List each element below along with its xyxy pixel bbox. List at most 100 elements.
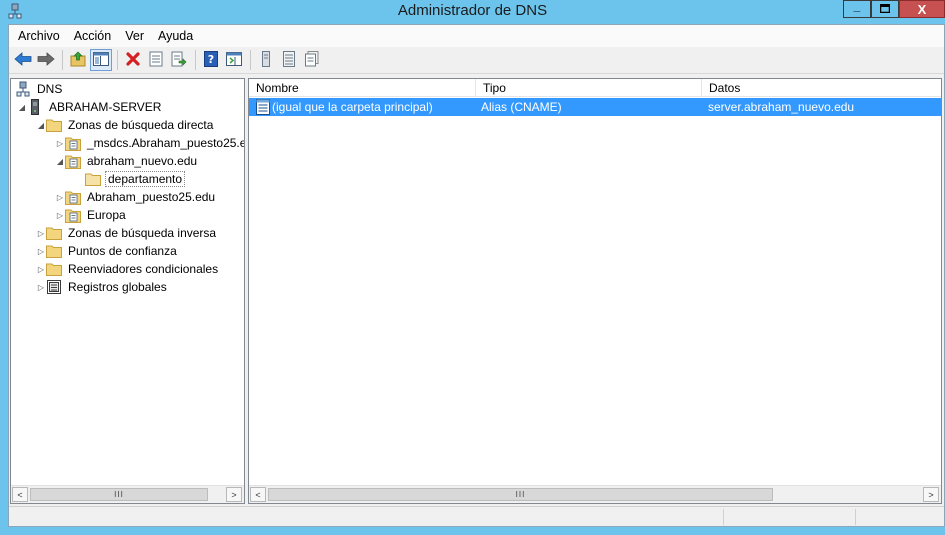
toolbar: ? (9, 47, 944, 74)
tree-item-trust-points[interactable]: ▷ Puntos de confianza (36, 242, 179, 260)
toolbar-separator (117, 50, 118, 70)
scroll-right-button[interactable]: > (226, 487, 242, 502)
up-folder-button[interactable] (67, 49, 89, 71)
expand-arrow-icon[interactable]: ▷ (36, 260, 46, 278)
column-header-datos[interactable]: Datos (702, 79, 941, 97)
tree-item-label: Zonas de búsqueda inversa (68, 226, 217, 240)
zone-icon (65, 207, 81, 223)
column-header-nombre[interactable]: Nombre (249, 79, 476, 97)
cell-nombre: (igual que la carpeta principal) (249, 98, 476, 116)
tree-item-label: _msdcs.Abraham_puesto25.e (87, 136, 244, 150)
folder-icon (46, 117, 62, 133)
tree-item-label: DNS (37, 82, 63, 96)
forward-button[interactable] (35, 49, 57, 71)
menu-archivo[interactable]: Archivo (11, 26, 67, 46)
menu-bar: Archivo Acción Ver Ayuda (9, 25, 944, 47)
chevron-left-icon: < (255, 489, 261, 500)
title-bar[interactable]: Administrador de DNS _ X (0, 0, 945, 24)
cell-datos: server.abraham_nuevo.edu (708, 100, 855, 114)
list-horizontal-scrollbar[interactable]: < III > (249, 485, 941, 503)
chevron-left-icon: < (17, 489, 23, 500)
expand-arrow-icon[interactable]: ▷ (36, 278, 46, 296)
tree-item-server[interactable]: ◢ ABRAHAM-SERVER (17, 98, 163, 116)
scroll-left-button[interactable]: < (250, 487, 266, 502)
tree-item-departamento[interactable]: departamento (75, 170, 186, 188)
menu-ayuda[interactable]: Ayuda (151, 26, 200, 46)
cell-tipo: Alias (CNAME) (481, 100, 562, 114)
tree-item-label: departamento (105, 171, 186, 187)
folder-icon (85, 171, 101, 187)
tree-item-conditional-forwarders[interactable]: ▷ Reenviadores condicionales (36, 260, 220, 278)
menu-ver[interactable]: Ver (118, 26, 151, 46)
folder-icon (46, 225, 62, 241)
expand-arrow-icon[interactable]: ▷ (55, 206, 65, 224)
scroll-grip-icon: III (114, 490, 124, 499)
column-header-tipo[interactable]: Tipo (476, 79, 702, 97)
scroll-thumb[interactable]: III (30, 488, 208, 501)
scroll-grip-icon: III (515, 490, 526, 499)
server-button[interactable] (255, 49, 277, 71)
collapse-arrow-icon[interactable]: ◢ (17, 98, 27, 116)
delete-icon (126, 51, 140, 69)
back-icon (14, 51, 32, 69)
console-button[interactable] (223, 49, 245, 71)
scroll-right-button[interactable]: > (923, 487, 939, 502)
collapse-arrow-icon[interactable]: ◢ (55, 152, 65, 170)
tree-horizontal-scrollbar[interactable]: < III > (11, 485, 244, 503)
show-hide-tree-button[interactable] (90, 49, 112, 71)
scroll-thumb[interactable]: III (268, 488, 773, 501)
list-button[interactable] (278, 49, 300, 71)
maximize-icon (879, 2, 891, 16)
tree-item-abraham-puesto25-zone[interactable]: ▷ Abraham_puesto25.edu (55, 188, 217, 206)
tree-item-dns[interactable]: DNS (15, 80, 64, 98)
show-hide-tree-icon (93, 51, 109, 69)
tree-item-global-records[interactable]: ▷ Registros globales (36, 278, 169, 296)
global-records-icon (46, 279, 62, 295)
zone-icon (65, 153, 81, 169)
tree-item-label: ABRAHAM-SERVER (49, 100, 162, 114)
help-icon: ? (204, 50, 218, 70)
minimize-button[interactable]: _ (843, 0, 871, 18)
records-button[interactable] (301, 49, 323, 71)
collapse-arrow-icon[interactable]: ◢ (36, 116, 46, 134)
chevron-right-icon: > (231, 489, 237, 500)
tree-item-label: Abraham_puesto25.edu (87, 190, 216, 204)
close-button[interactable]: X (899, 0, 945, 18)
list-item[interactable]: (igual que la carpeta principal) Alias (… (249, 98, 941, 116)
server-icon (27, 99, 43, 115)
properties-icon (149, 51, 163, 70)
expand-arrow-icon[interactable]: ▷ (36, 242, 46, 260)
records-icon (305, 50, 319, 70)
maximize-button[interactable] (871, 0, 899, 18)
status-segment (723, 509, 855, 525)
expand-arrow-icon[interactable]: ▷ (55, 134, 65, 152)
tree-item-msdcs-zone[interactable]: ▷ _msdcs.Abraham_puesto25.e (55, 134, 244, 152)
up-folder-icon (70, 51, 86, 70)
tree-item-label: Registros globales (68, 280, 167, 294)
record-name: (igual que la carpeta principal) (272, 100, 433, 114)
scroll-left-button[interactable]: < (12, 487, 28, 502)
back-button[interactable] (12, 49, 34, 71)
tree-item-label: Puntos de confianza (68, 244, 177, 258)
export-list-button[interactable] (168, 49, 190, 71)
menu-accion[interactable]: Acción (67, 26, 119, 46)
folder-icon (46, 261, 62, 277)
zone-icon (65, 189, 81, 205)
folder-icon (46, 243, 62, 259)
tree-item-reverse-lookup-zones[interactable]: ▷ Zonas de búsqueda inversa (36, 224, 218, 242)
help-button[interactable]: ? (200, 49, 222, 71)
tree-item-forward-lookup-zones[interactable]: ◢ Zonas de búsqueda directa (36, 116, 215, 134)
chevron-right-icon: > (928, 489, 934, 500)
export-list-icon (171, 51, 187, 70)
console-icon (226, 51, 242, 69)
toolbar-separator (250, 50, 251, 70)
expand-arrow-icon[interactable]: ▷ (55, 188, 65, 206)
tree-item-europa-zone[interactable]: ▷ Europa (55, 206, 128, 224)
tree-item-label: Zonas de búsqueda directa (68, 118, 214, 132)
expand-arrow-icon[interactable]: ▷ (36, 224, 46, 242)
delete-button[interactable] (122, 49, 144, 71)
toolbar-separator (62, 50, 63, 70)
properties-button[interactable] (145, 49, 167, 71)
tree-item-abraham-nuevo-zone[interactable]: ◢ abraham_nuevo.edu (55, 152, 199, 170)
